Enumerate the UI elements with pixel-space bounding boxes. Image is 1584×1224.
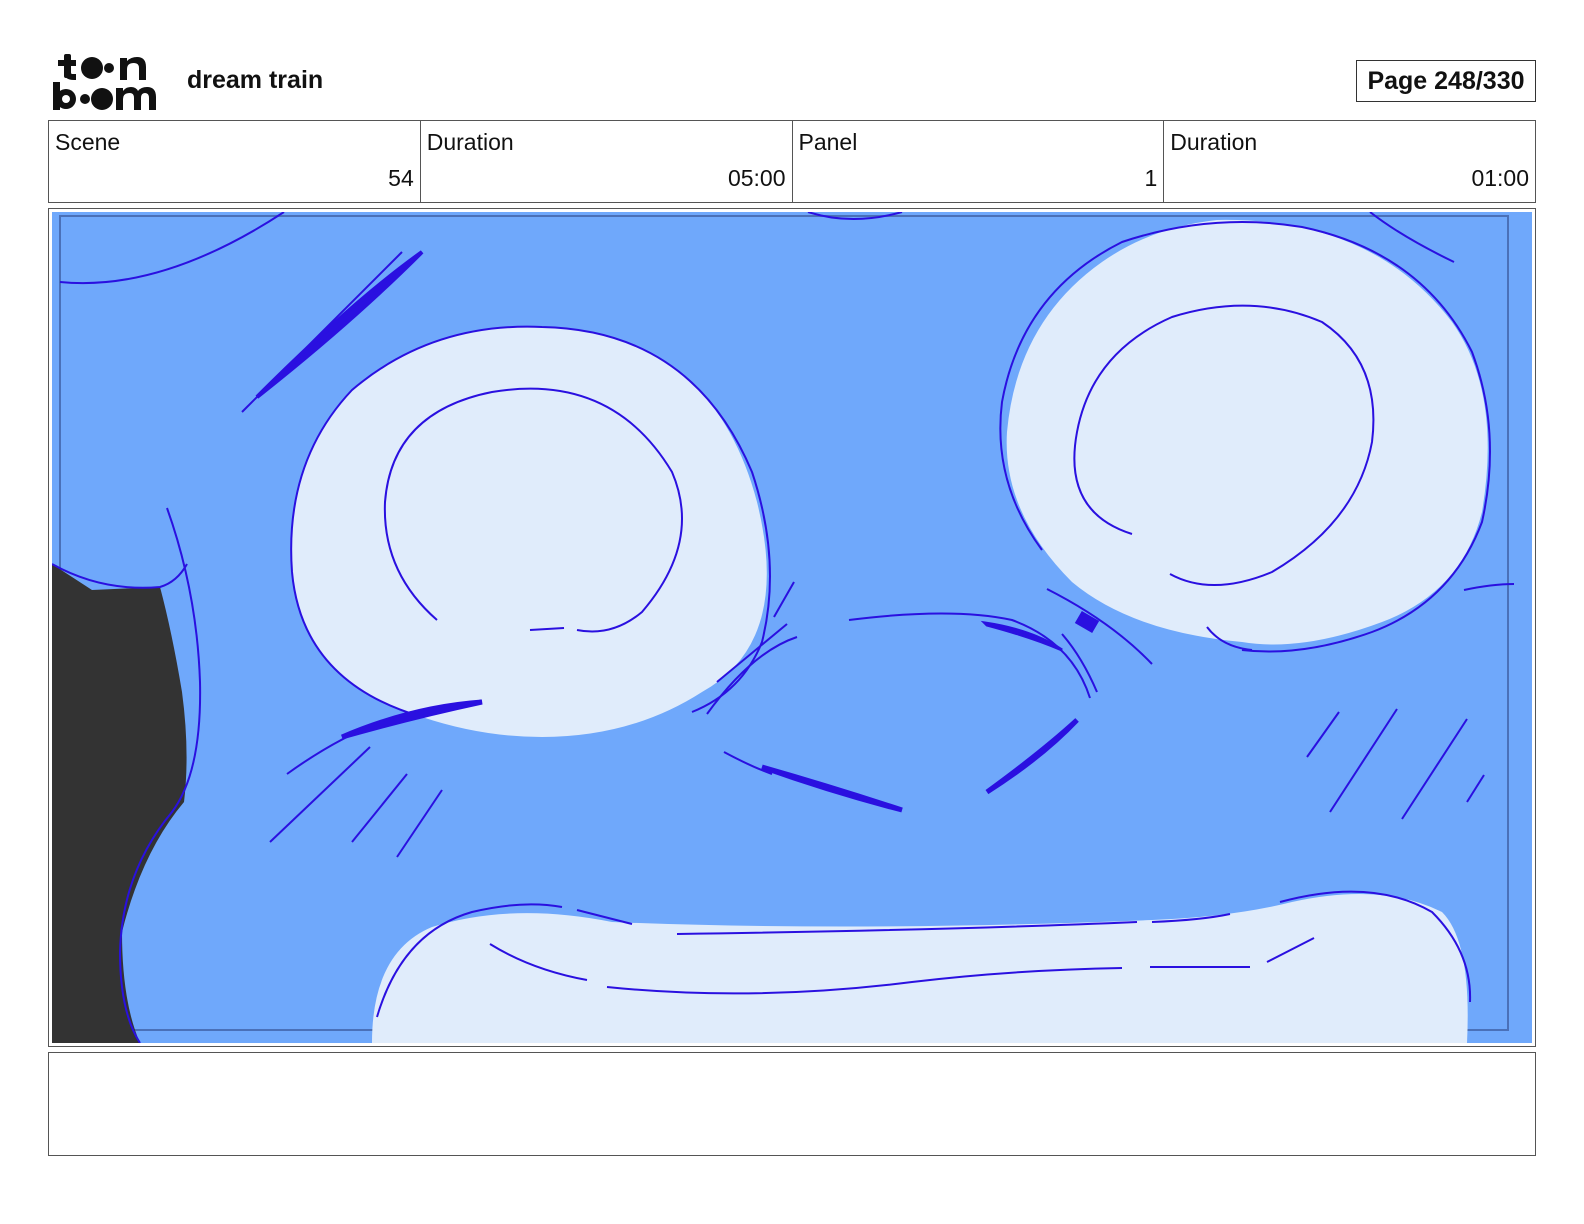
panel-duration-value: 01:00 — [1471, 165, 1529, 191]
project-title: dream train — [187, 66, 324, 94]
panel-notes-box — [48, 1052, 1536, 1156]
scene-cell: Scene 54 — [49, 121, 421, 202]
scene-duration-cell: Duration 05:00 — [421, 121, 793, 202]
page-indicator: Page 248/330 — [1356, 60, 1536, 102]
panel-duration-label: Duration — [1170, 129, 1258, 155]
panel-value: 1 — [1144, 165, 1158, 191]
panel-cell: Panel 1 — [793, 121, 1165, 202]
scene-label: Scene — [55, 129, 121, 155]
toonboom-logo — [53, 54, 156, 110]
scene-duration-value: 05:00 — [727, 165, 786, 191]
panel-artwork — [52, 212, 1532, 1043]
panel-duration-cell: Duration 01:00 — [1164, 121, 1535, 202]
scene-info-table: Scene 54 Duration 05:00 Panel 1 Duration… — [48, 120, 1536, 203]
panel-label: Panel — [798, 129, 858, 155]
scene-duration-label: Duration — [426, 129, 514, 155]
scene-value: 54 — [388, 165, 414, 191]
